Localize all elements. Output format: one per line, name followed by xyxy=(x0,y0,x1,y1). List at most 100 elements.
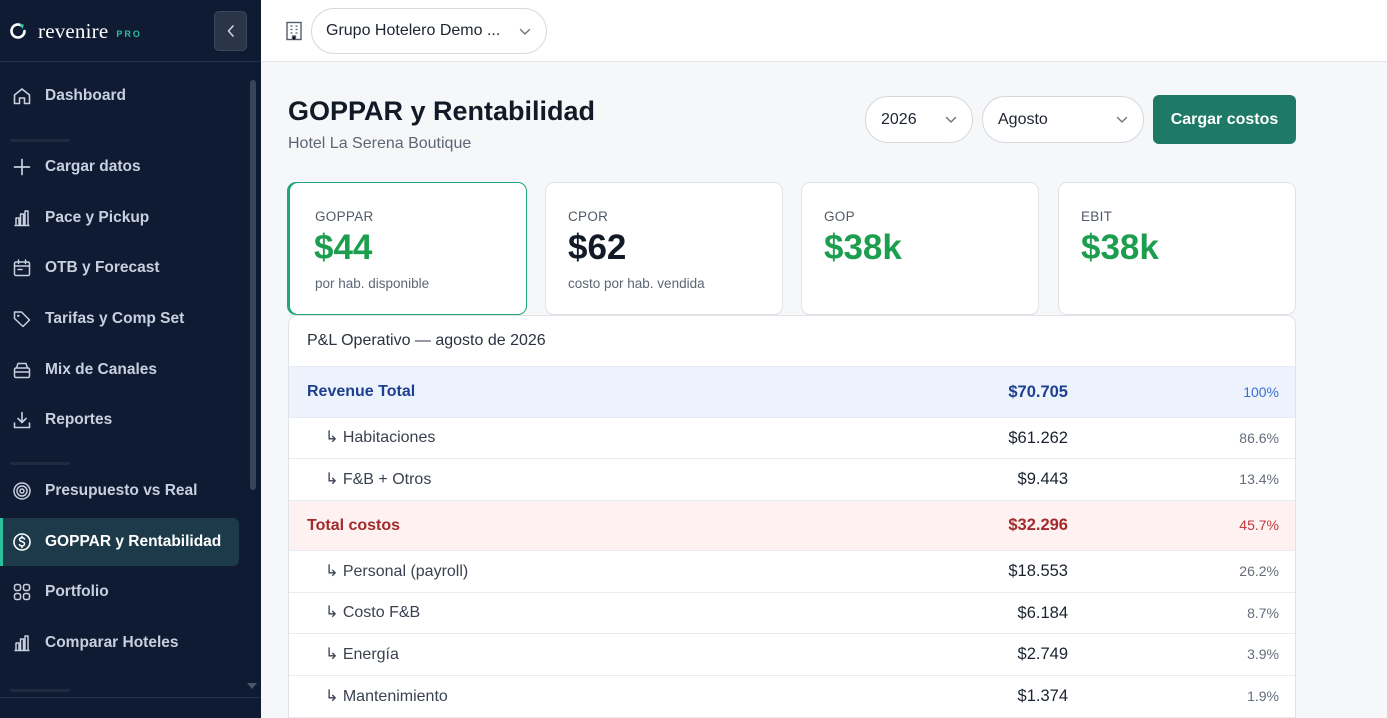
row-percent: 3.9% xyxy=(1247,646,1279,662)
cargar-costos-button[interactable]: Cargar costos xyxy=(1153,95,1296,144)
table-row: ↳ Habitaciones $61.262 86.6% xyxy=(289,417,1295,458)
calendar-icon xyxy=(13,259,31,277)
sidebar-item-label: Tarifas y Comp Set xyxy=(45,310,185,327)
row-amount: $6.184 xyxy=(1017,604,1068,622)
month-select[interactable]: Agosto xyxy=(982,96,1144,143)
plus-icon xyxy=(13,158,31,176)
sidebar-item-pace-pickup[interactable]: Pace y Pickup xyxy=(0,194,239,242)
kpi-value: $44 xyxy=(314,228,373,267)
sidebar-item-label: GOPPAR y Rentabilidad xyxy=(45,533,222,550)
chevron-down-icon xyxy=(519,28,531,35)
sidebar-item-goppar-rentabilidad[interactable]: GOPPAR y Rentabilidad xyxy=(0,518,239,566)
table-row: ↳ Personal (payroll) $18.553 26.2% xyxy=(289,550,1295,592)
bar-chart-icon xyxy=(14,210,30,227)
refresh-logo-icon xyxy=(10,23,26,39)
row-name: ↳ Costo F&B xyxy=(325,604,421,621)
hotel-group-select[interactable]: Grupo Hotelero Demo ... xyxy=(311,8,547,54)
sidebar-item-label: Cargar datos xyxy=(45,158,141,175)
table-row: ↳ F&B + Otros $9.443 13.4% xyxy=(289,458,1295,500)
row-percent: 8.7% xyxy=(1247,605,1279,621)
row-amount: $9.443 xyxy=(1017,470,1068,488)
section-divider xyxy=(10,689,70,692)
table-row: ↳ Mantenimiento $1.374 1.9% xyxy=(289,675,1295,717)
pl-table-title: P&L Operativo — agosto de 2026 xyxy=(307,332,546,349)
brand-tier: PRO xyxy=(116,29,142,39)
row-name: Revenue Total xyxy=(307,383,416,400)
sidebar-item-dashboard[interactable]: Dashboard xyxy=(0,72,239,120)
collapse-sidebar-button[interactable] xyxy=(214,11,247,51)
page-title: GOPPAR y Rentabilidad xyxy=(288,96,596,126)
sidebar-scrollbar[interactable] xyxy=(250,80,256,490)
topbar: Grupo Hotelero Demo ... xyxy=(261,0,1387,62)
pl-table: P&L Operativo — agosto de 2026 Revenue T… xyxy=(288,315,1296,718)
kpi-card-cpor[interactable]: CPOR $62 costo por hab. vendida xyxy=(545,182,783,315)
table-row: Total costos $32.296 45.7% xyxy=(289,500,1295,550)
target-icon xyxy=(13,482,31,500)
kpi-card-goppar[interactable]: GOPPAR $44 por hab. disponible xyxy=(289,182,527,315)
table-row: ↳ Costo F&B $6.184 8.7% xyxy=(289,592,1295,633)
kpi-label: GOPPAR xyxy=(315,209,374,224)
sidebar: revenire PRO Dashboard Cargar datos Pace… xyxy=(0,0,261,718)
sidebar-item-label: Portfolio xyxy=(45,583,109,600)
section-divider xyxy=(10,139,70,142)
dollar-circle-icon xyxy=(13,533,31,551)
kpi-value: $38k xyxy=(824,228,902,267)
sidebar-item-label: Presupuesto vs Real xyxy=(45,482,198,499)
kpi-card-gop[interactable]: GOP $38k xyxy=(801,182,1039,315)
kpi-card-ebit[interactable]: EBIT $38k xyxy=(1058,182,1296,315)
row-amount: $70.705 xyxy=(1008,383,1068,401)
row-name: Total costos xyxy=(307,517,401,534)
inbox-stack-icon xyxy=(13,362,31,379)
sidebar-divider xyxy=(0,61,261,62)
row-percent: 13.4% xyxy=(1239,471,1279,487)
row-percent: 45.7% xyxy=(1239,517,1279,533)
sidebar-item-label: Comparar Hoteles xyxy=(45,634,179,651)
brand-logo[interactable]: revenire PRO xyxy=(8,14,142,48)
year-select-value: 2026 xyxy=(881,111,917,128)
chevron-down-icon xyxy=(945,116,957,123)
section-divider xyxy=(10,462,70,465)
row-name: ↳ Personal (payroll) xyxy=(325,563,469,580)
row-name: ↳ Energía xyxy=(325,646,399,663)
building-icon xyxy=(286,21,302,41)
sidebar-item-tarifas-comp-set[interactable]: Tarifas y Comp Set xyxy=(0,295,239,343)
row-amount: $1.374 xyxy=(1017,687,1068,705)
row-percent: 100% xyxy=(1243,384,1279,400)
row-amount: $2.749 xyxy=(1017,645,1068,663)
scroll-down-arrow-icon[interactable] xyxy=(247,683,257,689)
brand-name: revenire xyxy=(38,18,109,43)
sidebar-item-mix-canales[interactable]: Mix de Canales xyxy=(0,346,239,394)
sidebar-item-comparar-hoteles[interactable]: Comparar Hoteles xyxy=(0,619,239,667)
kpi-label: GOP xyxy=(824,209,855,224)
page-subtitle: Hotel La Serena Boutique xyxy=(288,135,472,152)
row-name: ↳ Habitaciones xyxy=(325,429,436,446)
sidebar-item-cargar-datos[interactable]: Cargar datos xyxy=(0,143,239,191)
row-amount: $32.296 xyxy=(1008,516,1068,534)
tag-icon xyxy=(13,311,31,328)
row-percent: 26.2% xyxy=(1239,563,1279,579)
row-amount: $61.262 xyxy=(1008,429,1068,447)
row-percent: 86.6% xyxy=(1239,430,1279,446)
year-select[interactable]: 2026 xyxy=(865,96,973,143)
kpi-subtitle: por hab. disponible xyxy=(315,276,430,291)
kpi-label: CPOR xyxy=(568,209,609,224)
row-name: ↳ F&B + Otros xyxy=(325,471,432,488)
row-amount: $18.553 xyxy=(1008,562,1068,580)
sidebar-item-label: Dashboard xyxy=(45,87,126,104)
grid-icon xyxy=(13,583,31,601)
kpi-subtitle: costo por hab. vendida xyxy=(568,276,705,291)
sidebar-item-portfolio[interactable]: Portfolio xyxy=(0,568,239,616)
table-row: ↳ Energía $2.749 3.9% xyxy=(289,633,1295,675)
sidebar-item-label: Mix de Canales xyxy=(45,361,157,378)
sidebar-footer-divider xyxy=(0,697,261,698)
sidebar-item-otb-forecast[interactable]: OTB y Forecast xyxy=(0,244,239,292)
row-percent: 1.9% xyxy=(1247,688,1279,704)
hotel-group-select-value: Grupo Hotelero Demo ... xyxy=(326,22,501,39)
month-select-value: Agosto xyxy=(998,111,1048,128)
sidebar-item-label: Pace y Pickup xyxy=(45,209,150,226)
download-icon xyxy=(13,411,31,429)
sidebar-item-reportes[interactable]: Reportes xyxy=(0,396,239,444)
sidebar-item-presupuesto-real[interactable]: Presupuesto vs Real xyxy=(0,467,239,515)
sidebar-item-label: Reportes xyxy=(45,411,113,428)
kpi-label: EBIT xyxy=(1081,209,1113,224)
